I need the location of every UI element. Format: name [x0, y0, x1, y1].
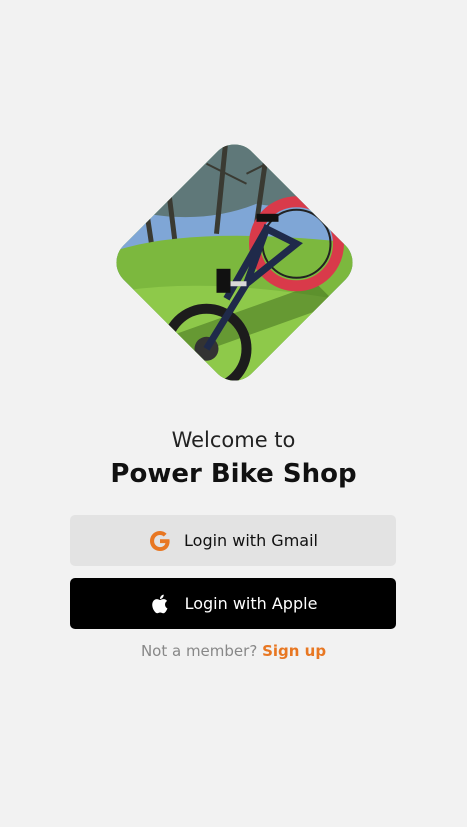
google-icon — [148, 529, 172, 553]
welcome-text: Welcome to — [171, 428, 296, 452]
bike-photo — [106, 134, 362, 390]
shop-title: Power Bike Shop — [110, 459, 357, 489]
login-apple-button[interactable]: Login with Apple — [70, 578, 396, 629]
bike-photo-diamond — [106, 134, 362, 390]
login-gmail-button[interactable]: Login with Gmail — [70, 515, 396, 566]
apple-icon — [149, 592, 173, 616]
signup-row: Not a member? Sign up — [0, 642, 467, 660]
login-apple-label: Login with Apple — [184, 594, 318, 613]
login-gmail-label: Login with Gmail — [184, 531, 318, 550]
signup-prompt: Not a member? — [140, 642, 258, 660]
signup-link[interactable]: Sign up — [262, 642, 326, 660]
hero-image — [106, 134, 362, 390]
